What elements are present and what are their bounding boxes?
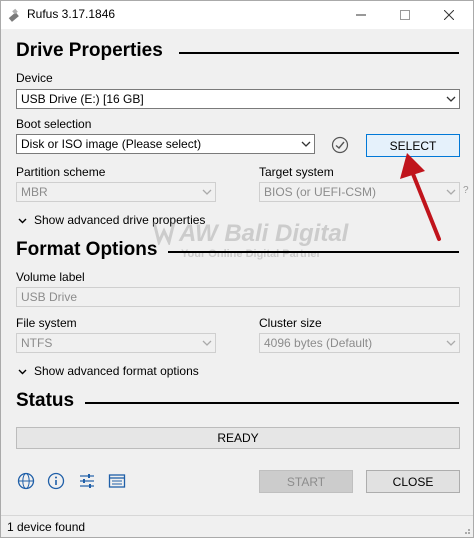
chevron-down-icon — [202, 189, 212, 195]
section-divider — [168, 251, 459, 253]
boot-selection-label: Boot selection — [16, 117, 92, 131]
title-bar: Rufus 3.17.1846 — [1, 1, 473, 29]
chevron-down-icon — [301, 141, 311, 147]
close-window-button[interactable] — [427, 1, 471, 29]
cluster-size-label: Cluster size — [259, 316, 322, 330]
maximize-icon — [400, 10, 410, 20]
advanced-format-label: Show advanced format options — [34, 364, 199, 378]
settings-sliders-icon[interactable] — [78, 472, 96, 490]
close-button[interactable]: CLOSE — [366, 470, 460, 493]
advanced-drive-toggle[interactable]: Show advanced drive properties — [18, 213, 205, 227]
section-divider — [179, 52, 459, 54]
cluster-size-dropdown[interactable]: 4096 bytes (Default) — [259, 333, 460, 353]
watermark-subtitle: Your Online Digital Partner — [181, 248, 321, 260]
section-divider — [85, 402, 459, 404]
partition-scheme-value: MBR — [21, 185, 48, 199]
target-system-value: BIOS (or UEFI-CSM) — [264, 185, 377, 199]
maximize-button[interactable] — [383, 1, 427, 29]
status-bar: 1 device found — [1, 515, 473, 537]
chevron-down-icon — [18, 218, 27, 223]
boot-selection-dropdown[interactable]: Disk or ISO image (Please select) — [16, 134, 315, 154]
file-system-label: File system — [16, 316, 77, 330]
chevron-down-icon — [18, 369, 27, 374]
annotation-arrow-icon — [400, 153, 441, 241]
rufus-window: Rufus 3.17.1846 Drive Properties Device … — [0, 0, 474, 538]
boot-selection-value: Disk or ISO image (Please select) — [21, 137, 202, 151]
device-value: USB Drive (E:) [16 GB] — [21, 92, 144, 106]
format-options-heading: Format Options — [16, 239, 158, 260]
chevron-down-icon — [202, 340, 212, 346]
resize-grip-icon[interactable] — [461, 525, 471, 535]
usb-drive-icon — [8, 8, 19, 22]
file-system-value: NTFS — [21, 336, 53, 350]
checksum-check-icon[interactable] — [331, 136, 349, 154]
info-icon[interactable] — [47, 472, 65, 490]
device-label: Device — [16, 71, 53, 85]
start-button[interactable]: START — [259, 470, 353, 493]
progress-text: READY — [217, 431, 259, 445]
status-bar-text: 1 device found — [7, 520, 86, 534]
target-system-help[interactable]: ? — [463, 185, 469, 196]
partition-scheme-dropdown[interactable]: MBR — [16, 182, 216, 202]
device-dropdown[interactable]: USB Drive (E:) [16 GB] — [16, 89, 460, 109]
advanced-drive-label: Show advanced drive properties — [34, 213, 206, 227]
minimize-button[interactable] — [339, 1, 383, 29]
minimize-icon — [356, 14, 366, 16]
progress-bar: READY — [16, 427, 460, 449]
close-icon — [444, 10, 454, 20]
status-heading: Status — [16, 390, 75, 411]
cluster-size-value: 4096 bytes (Default) — [264, 336, 373, 350]
chevron-down-icon — [446, 340, 456, 346]
window-title: Rufus 3.17.1846 — [27, 7, 116, 21]
drive-properties-heading: Drive Properties — [16, 40, 163, 61]
globe-icon[interactable] — [17, 472, 35, 490]
volume-label-field[interactable]: USB Drive — [16, 287, 460, 307]
partition-scheme-label: Partition scheme — [16, 165, 106, 179]
chevron-down-icon — [446, 96, 456, 102]
log-icon[interactable] — [108, 472, 126, 490]
target-system-label: Target system — [259, 165, 334, 179]
volume-label-label: Volume label — [16, 270, 85, 284]
file-system-dropdown[interactable]: NTFS — [16, 333, 216, 353]
advanced-format-toggle[interactable]: Show advanced format options — [18, 364, 199, 378]
